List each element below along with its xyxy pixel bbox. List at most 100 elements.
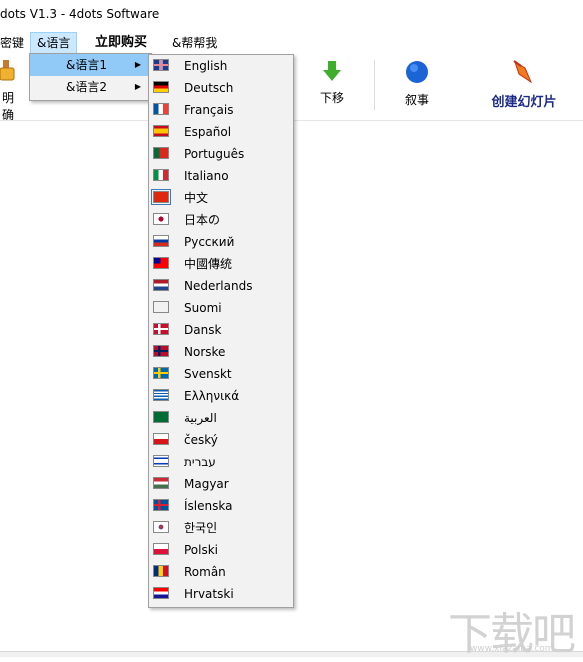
language-item[interactable]: 中國傳统 (149, 253, 293, 275)
clear-label: 明确 (1, 91, 14, 122)
language-item[interactable]: Français (149, 99, 293, 121)
language-item[interactable]: Suomi (149, 297, 293, 319)
language1-label: &语言1 (66, 58, 107, 72)
es-flag-icon (153, 125, 169, 137)
language-label: Magyar (184, 477, 229, 491)
menu-item-language1[interactable]: &语言1 ▶ (30, 54, 151, 76)
language-item[interactable]: العربية (149, 407, 293, 429)
magic-wand-icon (482, 60, 566, 87)
language-label: العربية (184, 411, 217, 425)
move-down-button[interactable]: 下移 (314, 60, 350, 106)
language-label: Français (184, 103, 234, 117)
il-flag-icon (153, 455, 169, 467)
language-item[interactable]: Íslenska (149, 495, 293, 517)
language-item[interactable]: Polski (149, 539, 293, 561)
language-item[interactable]: Hrvatski (149, 583, 293, 605)
chevron-right-icon: ▶ (134, 60, 141, 69)
language-label: Русский (184, 235, 235, 249)
it-flag-icon (153, 169, 169, 181)
language-label: 한국인 (184, 521, 218, 535)
menu-language[interactable]: &语言 (30, 32, 78, 54)
brush-icon (0, 60, 18, 85)
language-item[interactable]: עברית (149, 451, 293, 473)
language-label: עברית (184, 455, 216, 469)
language-item[interactable]: Italiano (149, 165, 293, 187)
language-label: Deutsch (184, 81, 234, 95)
language-label: Polski (184, 543, 219, 557)
hr-flag-icon (153, 587, 169, 599)
ru-flag-icon (153, 235, 169, 247)
language-label: Dansk (184, 323, 222, 337)
cz-flag-icon (153, 433, 169, 445)
language2-label: &语言2 (66, 80, 107, 94)
window-title: dots V1.3 - 4dots Software (0, 7, 160, 21)
cn-flag-icon (151, 189, 171, 205)
kr-flag-icon (153, 521, 169, 533)
language-item[interactable]: Magyar (149, 473, 293, 495)
gr-flag-icon (153, 389, 169, 401)
language-item[interactable]: Deutsch (149, 77, 293, 99)
menu-help[interactable]: &帮帮我 (172, 34, 217, 52)
clear-button[interactable]: 明确 (0, 60, 18, 123)
fi-flag-icon (153, 301, 169, 313)
create-slideshow-label: 创建幻灯片 (491, 95, 557, 110)
nl-flag-icon (153, 279, 169, 291)
language-item[interactable]: Русский (149, 231, 293, 253)
language-item[interactable]: Nederlands (149, 275, 293, 297)
pl-flag-icon (153, 543, 169, 555)
dk-flag-icon (153, 323, 169, 335)
language-item[interactable]: Español (149, 121, 293, 143)
language-item[interactable]: English (149, 55, 293, 77)
globe-icon (399, 60, 435, 87)
language-label: Español (184, 125, 232, 139)
menu-item-language2[interactable]: &语言2 ▶ (30, 76, 151, 98)
language-label: Suomi (184, 301, 222, 315)
no-flag-icon (153, 345, 169, 357)
watermark-url: www.xiazaiba.com (470, 644, 554, 654)
menu-buy-now[interactable]: 立即购买 (95, 34, 147, 52)
language-item[interactable]: Dansk (149, 319, 293, 341)
fr-flag-icon (153, 103, 169, 115)
se-flag-icon (153, 367, 169, 379)
hu-flag-icon (153, 477, 169, 489)
language-label: Hrvatski (184, 587, 234, 601)
language-label: 日本の (184, 213, 221, 227)
language-label: Svenskt (184, 367, 232, 381)
language-label: Italiano (184, 169, 229, 183)
language-item[interactable]: Român (149, 561, 293, 583)
language-item[interactable]: Norske (149, 341, 293, 363)
create-slideshow-button[interactable]: 创建幻灯片 (482, 60, 566, 110)
language-label: Português (184, 147, 245, 161)
chevron-right-icon: ▶ (134, 82, 141, 91)
language-label: 中文 (184, 191, 209, 205)
language-item[interactable]: 日本の (149, 209, 293, 231)
language-label: 中國傳统 (184, 257, 233, 271)
language-item[interactable]: Ελληνικά (149, 385, 293, 407)
menu-bar: 密键 &语言 立即购买 &帮帮我 (0, 30, 583, 54)
arrow-down-icon (314, 60, 350, 85)
language-item[interactable]: 中文 (149, 187, 293, 209)
tw-flag-icon (153, 257, 169, 269)
story-button[interactable]: 叙事 (399, 60, 435, 108)
menu-shortcut[interactable]: 密键 (0, 34, 24, 52)
story-label: 叙事 (404, 93, 429, 107)
move-down-label: 下移 (319, 91, 344, 105)
jp-flag-icon (153, 213, 169, 225)
language-label: Íslenska (184, 499, 233, 513)
is-flag-icon (153, 499, 169, 511)
language-item[interactable]: Svenskt (149, 363, 293, 385)
language-label: český (184, 433, 218, 447)
language-label: Nederlands (184, 279, 253, 293)
language-list-menu: English Deutsch Français Español Português It… (148, 54, 294, 608)
language-submenu: &语言1 ▶ &语言2 ▶ (29, 53, 152, 101)
language-item[interactable]: Português (149, 143, 293, 165)
language-item[interactable]: český (149, 429, 293, 451)
de-flag-icon (153, 81, 169, 93)
sa-flag-icon (153, 411, 169, 423)
uk-flag-icon (153, 59, 169, 71)
ro-flag-icon (153, 565, 169, 577)
language-label: Român (184, 565, 226, 579)
language-label: Norske (184, 345, 226, 359)
language-label: English (184, 59, 228, 73)
language-item[interactable]: 한국인 (149, 517, 293, 539)
